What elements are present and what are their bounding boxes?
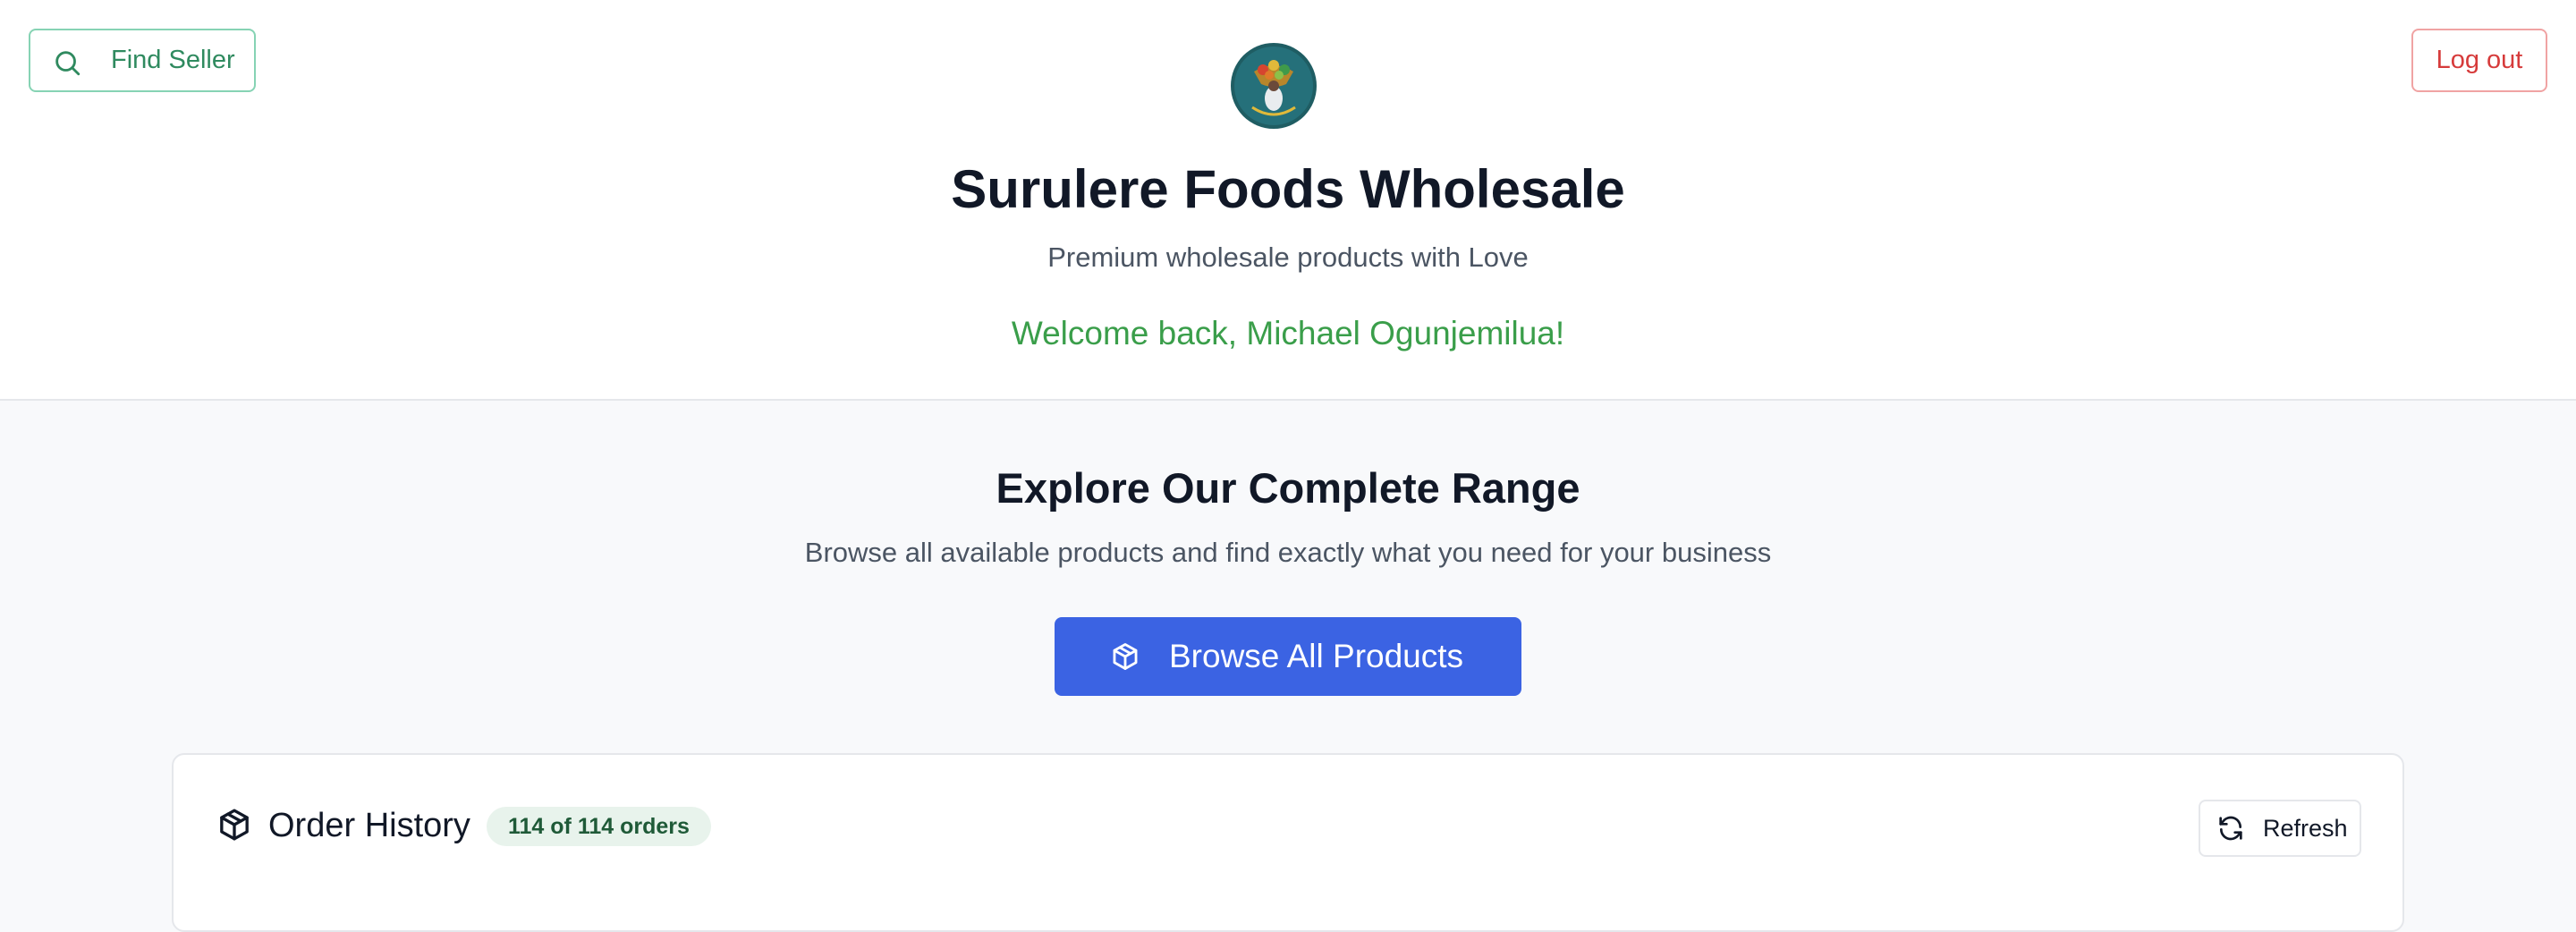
browse-all-products-label: Browse All Products <box>1169 638 1464 674</box>
explore-subtitle: Browse all available products and find e… <box>804 537 1772 568</box>
browse-all-products-button[interactable]: Browse All Products <box>1055 617 1521 696</box>
search-icon <box>55 51 80 76</box>
package-icon <box>220 809 249 841</box>
site-title: Surulere Foods Wholesale <box>951 159 1625 219</box>
refresh-button[interactable]: Refresh <box>2199 800 2361 857</box>
order-history-card: Order History 114 of 114 orders Refresh <box>172 753 2404 932</box>
order-count-badge: 114 of 114 orders <box>487 807 711 846</box>
store-logo <box>1231 43 1317 129</box>
refresh-icon <box>2219 816 2242 841</box>
welcome-message: Welcome back, Michael Ogunjemilua! <box>1011 315 1565 352</box>
logout-button[interactable]: Log out <box>2411 29 2547 92</box>
find-seller-button[interactable]: Find Seller <box>29 29 256 92</box>
site-header: Find Seller Log out Surulere Foods Whole… <box>0 0 2576 401</box>
refresh-label: Refresh <box>2263 815 2348 842</box>
find-seller-label: Find Seller <box>111 46 235 74</box>
package-icon <box>1113 643 1138 670</box>
site-tagline: Premium wholesale products with Love <box>1047 241 1529 273</box>
order-history-title: Order History <box>268 807 470 844</box>
explore-title: Explore Our Complete Range <box>996 464 1580 512</box>
